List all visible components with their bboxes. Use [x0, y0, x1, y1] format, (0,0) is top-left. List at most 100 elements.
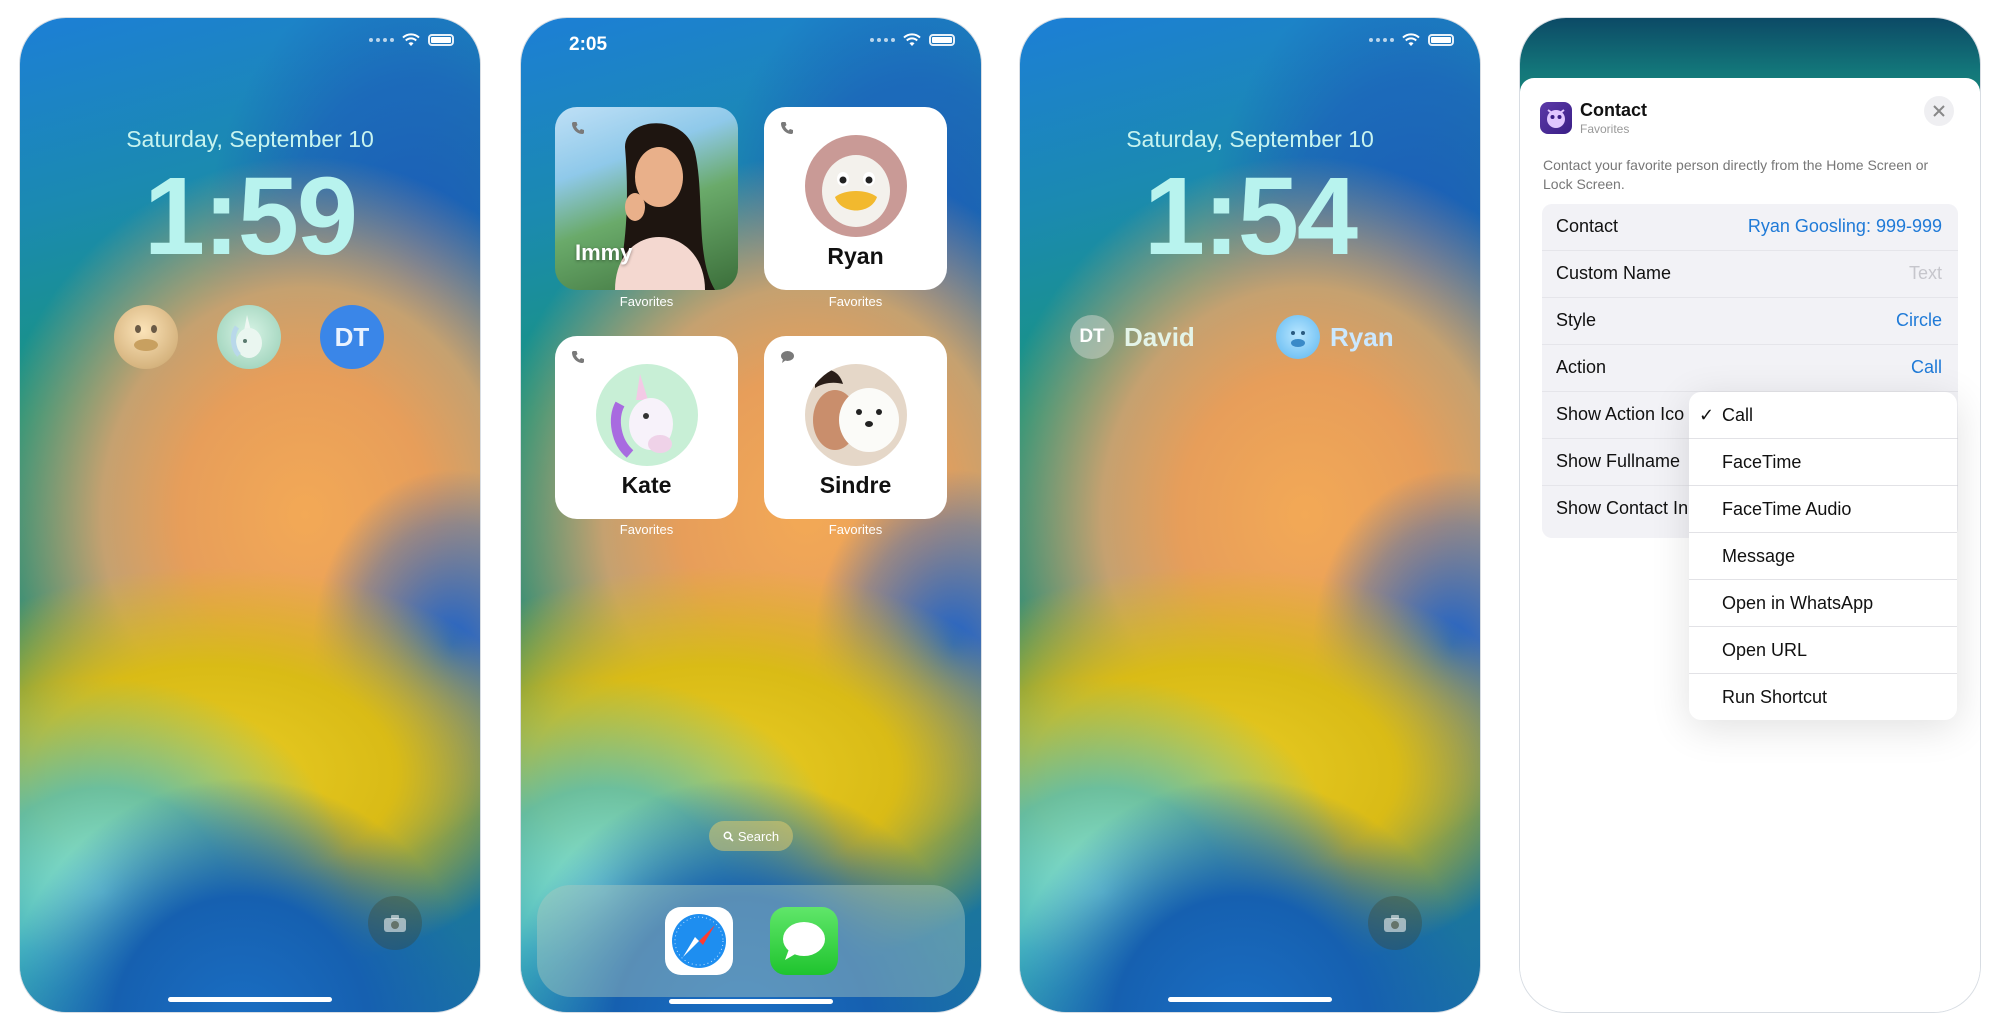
avatar: DT	[1070, 315, 1114, 359]
row-style[interactable]: Style Circle	[1542, 298, 1958, 345]
camera-icon	[384, 915, 406, 932]
row-label: Show Action Ico	[1556, 404, 1685, 424]
wifi-icon	[903, 33, 921, 46]
status-bar	[1369, 33, 1454, 47]
row-label: Show Contact In	[1556, 498, 1689, 518]
app-subtitle: Favorites	[1580, 122, 1630, 136]
avatar	[805, 364, 907, 466]
widget-name: Ryan	[827, 243, 884, 269]
phone-lock-screen-2: Saturday, September 10 1:54 DT David Rya…	[1020, 18, 1480, 1012]
avatar	[805, 135, 907, 237]
signal-icon	[1369, 38, 1394, 42]
row-label: Show Fullname	[1556, 451, 1681, 471]
widget-name: Sindre	[819, 472, 892, 498]
menu-item-label: Message	[1722, 546, 1796, 566]
row-contact[interactable]: Contact Ryan Goosling: 999-999	[1542, 204, 1958, 251]
search-pill[interactable]: Search	[709, 821, 793, 851]
duck-icon	[822, 155, 890, 227]
widget-caption: Favorites	[619, 522, 674, 537]
lock-clock: 1:59	[143, 155, 358, 278]
menu-item-label: Call	[1722, 405, 1754, 425]
avatar	[1276, 315, 1320, 359]
widget-immy[interactable]: Immy	[555, 107, 738, 290]
row-value: Call	[1910, 357, 1942, 377]
message-icon	[781, 351, 794, 363]
row-value: Circle	[1895, 310, 1942, 330]
menu-item-label: FaceTime Audio	[1722, 499, 1852, 519]
menu-item-facetime[interactable]: FaceTime	[1689, 439, 1957, 486]
status-time: 2:05	[569, 34, 608, 55]
custom-name-input[interactable]: Text	[1909, 263, 1942, 284]
home-indicator[interactable]	[1168, 997, 1332, 1002]
signal-icon	[369, 38, 394, 42]
menu-item-facetime-audio[interactable]: FaceTime Audio	[1689, 486, 1957, 533]
close-button[interactable]	[1924, 96, 1954, 126]
menu-item-label: Open URL	[1722, 640, 1808, 660]
contact-photo	[813, 369, 899, 452]
row-label: Style	[1556, 310, 1597, 330]
duck-face-widget[interactable]	[114, 305, 178, 369]
phone-icon	[572, 122, 584, 134]
menu-item-label: FaceTime	[1722, 452, 1802, 472]
widget-name: Kate	[621, 472, 672, 498]
row-custom-name[interactable]: Custom Name Text	[1542, 251, 1958, 298]
unicorn-face-widget[interactable]	[217, 305, 281, 369]
messages-app[interactable]	[770, 907, 838, 975]
battery-icon	[428, 34, 454, 46]
safari-app[interactable]	[665, 907, 733, 975]
signal-icon	[870, 38, 895, 42]
widget-caption: Favorites	[828, 522, 883, 537]
wifi-icon	[1402, 33, 1420, 46]
row-label: Contact	[1556, 216, 1619, 236]
phone-widget-settings: Contact Favorites Contact your favorite …	[1520, 18, 1980, 1012]
camera-button[interactable]	[368, 896, 422, 950]
camera-icon	[1384, 915, 1406, 932]
initials-label: DT	[334, 321, 370, 352]
duck-face-icon	[134, 325, 158, 351]
menu-item-run-shortcut[interactable]: Run Shortcut	[1689, 674, 1957, 721]
wifi-icon	[402, 33, 420, 46]
widget-caption: Favorites	[619, 294, 674, 309]
contact-david-widget[interactable]: DT David	[1070, 315, 1195, 359]
widget-kate[interactable]: Kate	[555, 336, 738, 519]
contact-name: David	[1124, 321, 1195, 352]
close-icon	[1933, 105, 1945, 117]
checkmark-icon: ✓	[1699, 405, 1715, 425]
app-icon	[1540, 102, 1572, 134]
widget-name: Immy	[575, 240, 633, 265]
widget-ryan[interactable]: Ryan	[764, 107, 947, 290]
row-label: Action	[1556, 357, 1607, 377]
widget-sindre[interactable]: Sindre	[764, 336, 947, 519]
menu-item-label: Run Shortcut	[1722, 687, 1828, 707]
search-label: Search	[737, 828, 780, 844]
status-bar	[369, 33, 454, 47]
menu-item-whatsapp[interactable]: Open in WhatsApp	[1689, 580, 1957, 627]
contact-ryan-widget[interactable]: Ryan	[1276, 315, 1394, 359]
menu-item-call[interactable]: ✓ Call	[1689, 392, 1957, 439]
action-dropdown-menu: ✓ Call FaceTime FaceTime Audio Message O…	[1689, 392, 1957, 720]
contact-initials-widget[interactable]: DT	[320, 305, 384, 369]
initials-label: DT	[1079, 326, 1105, 347]
phone-icon	[781, 122, 793, 134]
home-indicator[interactable]	[669, 999, 833, 1004]
row-action[interactable]: Action Call	[1542, 345, 1958, 392]
contact-app-icon	[1547, 109, 1565, 128]
phone-home-screen: 2:05 Immy Favorites Ryan Favorites Kate …	[521, 18, 981, 1012]
lock-clock: 1:54	[1143, 155, 1358, 278]
row-label: Custom Name	[1556, 263, 1672, 283]
phone-icon	[572, 351, 584, 363]
avatar	[596, 364, 698, 466]
widget-caption: Favorites	[828, 294, 883, 309]
unicorn-icon	[610, 374, 673, 458]
menu-item-label: Open in WhatsApp	[1722, 593, 1874, 613]
messages-icon	[783, 922, 825, 960]
menu-item-message[interactable]: Message	[1689, 533, 1957, 580]
settings-sheet: Contact Favorites Contact your favorite …	[1520, 78, 1980, 1012]
menu-item-open-url[interactable]: Open URL	[1689, 627, 1957, 674]
row-value: Ryan Goosling: 999-999	[1747, 216, 1942, 236]
camera-button[interactable]	[1368, 896, 1422, 950]
search-icon	[723, 831, 734, 842]
home-indicator[interactable]	[168, 997, 332, 1002]
battery-icon	[1428, 34, 1454, 46]
lock-date: Saturday, September 10	[1126, 126, 1374, 152]
